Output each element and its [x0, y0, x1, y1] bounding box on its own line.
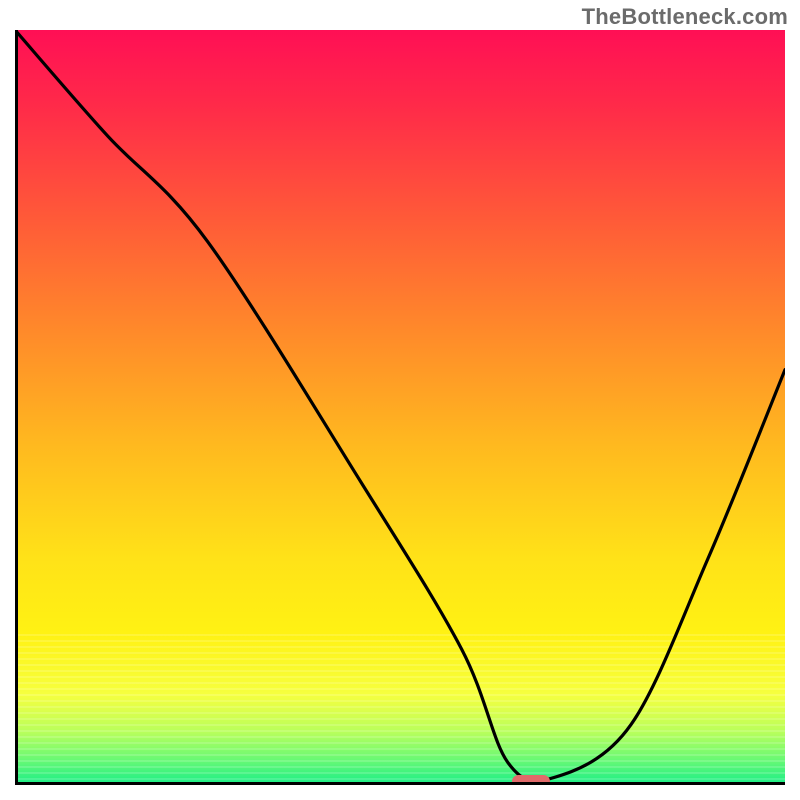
bottleneck-curve [15, 30, 785, 781]
chart-stage: TheBottleneck.com [0, 0, 800, 800]
optimum-marker [512, 775, 551, 785]
curve-layer [15, 30, 785, 785]
plot-area [15, 30, 785, 785]
watermark-text: TheBottleneck.com [582, 4, 788, 30]
